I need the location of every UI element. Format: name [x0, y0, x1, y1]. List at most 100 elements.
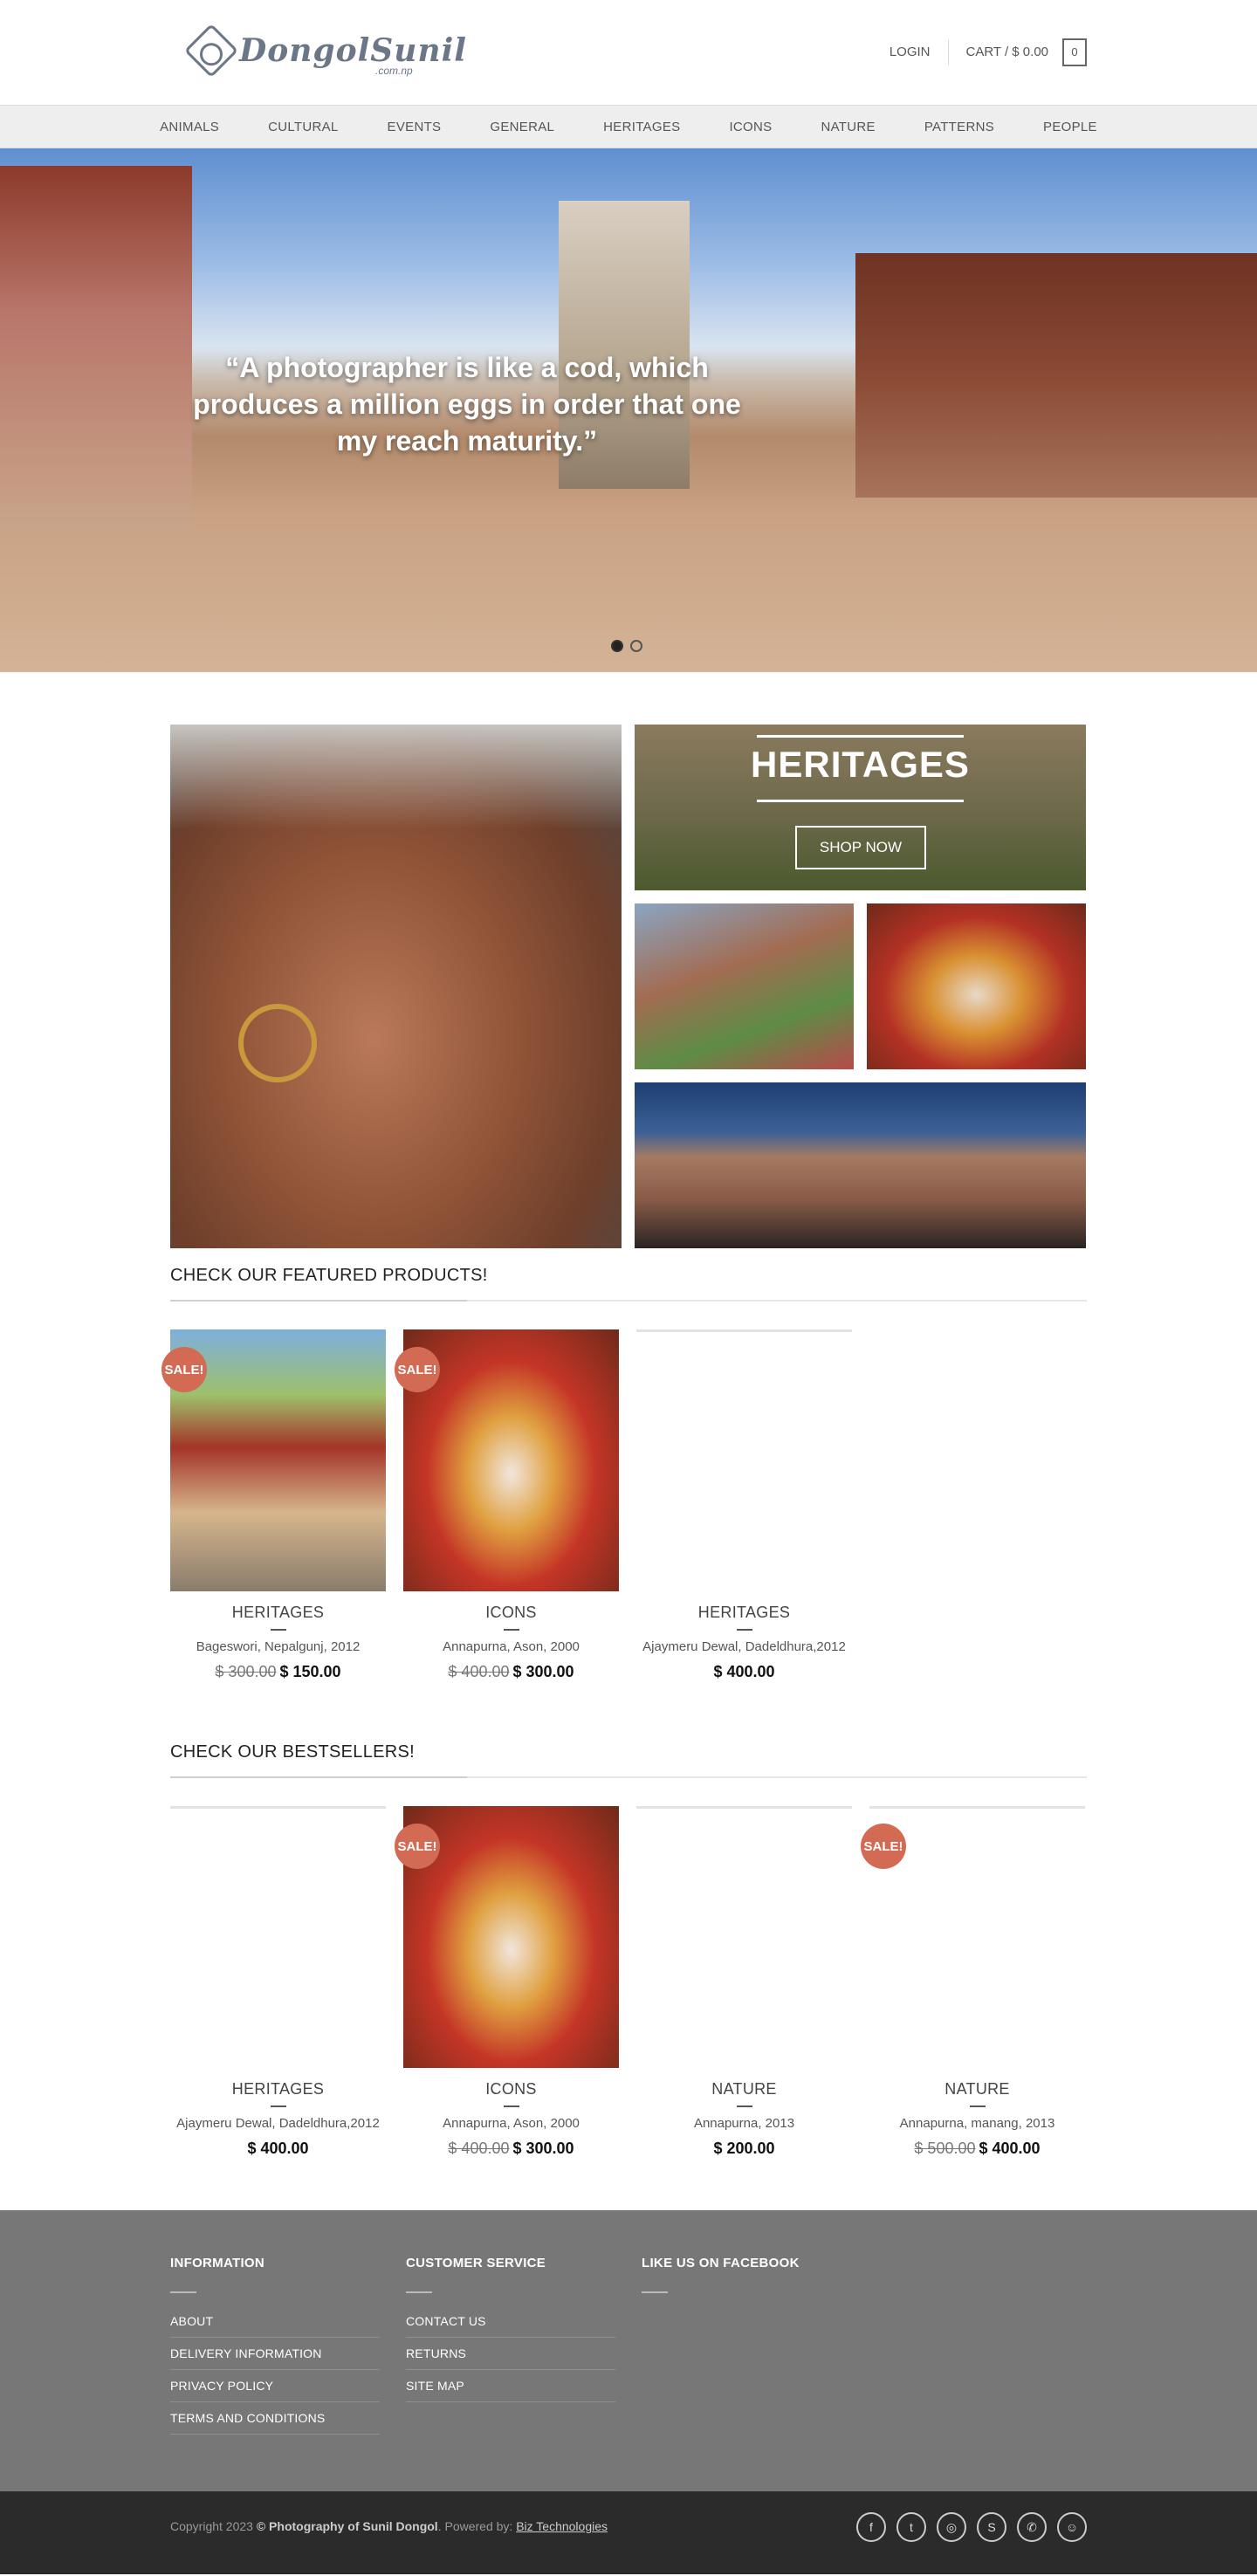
site-header: DongolSunil .com.np LOGIN CART / $ 0.00 … [0, 0, 1257, 105]
product-category[interactable]: ICONS [403, 2080, 619, 2099]
product-card[interactable]: SALE! NATURE Annapurna, manang, 2013 $ 5… [861, 1806, 1085, 2158]
nose-ring-image [238, 1004, 317, 1082]
footer-link-returns[interactable]: RETURNS [406, 2338, 615, 2370]
powered-by-link[interactable]: Biz Technologies [516, 2519, 608, 2533]
skype-icon[interactable]: S [977, 2512, 1006, 2542]
product-divider [503, 2105, 519, 2107]
footer-link-sitemap[interactable]: SITE MAP [406, 2370, 615, 2402]
banner-icons[interactable] [867, 903, 1086, 1069]
slider-dot-1[interactable] [611, 640, 623, 652]
heritage-title: HERITAGES [751, 744, 970, 785]
product-divider [270, 2105, 286, 2107]
footer-link-about[interactable]: ABOUT [170, 2305, 380, 2338]
nav-item-nature[interactable]: NATURE [796, 120, 899, 134]
product-card[interactable]: SALE! ICONS Annapurna, Ason, 2000 $ 400.… [395, 1329, 619, 1681]
instagram-icon[interactable]: ◎ [937, 2512, 966, 2542]
banner-nature[interactable] [635, 1082, 1086, 1248]
product-category[interactable]: HERITAGES [636, 1604, 852, 1622]
product-divider [736, 1629, 752, 1631]
site-logo[interactable]: DongolSunil .com.np [183, 23, 467, 79]
copyright-prefix: Copyright 2023 [170, 2519, 253, 2533]
nav-item-cultural[interactable]: CULTURAL [244, 120, 362, 134]
nav-item-icons[interactable]: ICONS [704, 120, 796, 134]
footer-information: INFORMATION ABOUT DELIVERY INFORMATION P… [170, 2256, 380, 2435]
nav-item-animals[interactable]: ANIMALS [135, 120, 244, 134]
nav-item-heritages[interactable]: HERITAGES [579, 120, 704, 134]
old-price: $ 500.00 [914, 2140, 976, 2157]
product-divider [736, 2105, 752, 2107]
product-image-placeholder[interactable] [170, 1806, 386, 2068]
shop-now-button[interactable]: SHOP NOW [795, 826, 926, 869]
hero-slider[interactable]: “A photographer is like a cod, which pro… [0, 148, 1257, 672]
product-name[interactable]: Ajaymeru Dewal, Dadeldhura,2012 [636, 1639, 852, 1654]
product-card[interactable]: NATURE Annapurna, 2013 $ 200.00 [636, 1806, 852, 2158]
banner-events[interactable] [635, 903, 854, 1069]
product-price: $ 400.00 [247, 2140, 309, 2157]
site-footer: INFORMATION ABOUT DELIVERY INFORMATION P… [0, 2210, 1257, 2491]
footer-divider [406, 2291, 432, 2293]
banner-heritages[interactable]: HERITAGES SHOP NOW [635, 725, 1086, 890]
nav-item-general[interactable]: GENERAL [465, 120, 579, 134]
cart-link[interactable]: CART / $ 0.00 [966, 39, 1049, 65]
footer-link-terms[interactable]: TERMS AND CONDITIONS [170, 2402, 380, 2435]
product-card[interactable]: SALE! ICONS Annapurna, Ason, 2000 $ 400.… [395, 1806, 619, 2158]
header-account: LOGIN CART / $ 0.00 0 [890, 38, 1087, 66]
product-divider [503, 1629, 519, 1631]
product-category[interactable]: NATURE [636, 2080, 852, 2099]
product-card[interactable]: HERITAGES Ajaymeru Dewal, Dadeldhura,201… [170, 1806, 386, 2158]
product-name[interactable]: Annapurna, Ason, 2000 [403, 2116, 619, 2131]
bestsellers-title: CHECK OUR BESTSELLERS! [170, 1742, 416, 1762]
sale-price: $ 150.00 [279, 1663, 341, 1680]
camera-icon [183, 23, 239, 79]
product-name[interactable]: Bageswori, Nepalgunj, 2012 [170, 1639, 386, 1654]
facebook-icon[interactable]: f [856, 2512, 886, 2542]
wechat-icon[interactable]: ☺ [1057, 2512, 1087, 2542]
product-divider [270, 1629, 286, 1631]
copyright-brand: © Photography of Sunil Dongol [256, 2519, 438, 2533]
product-image-placeholder[interactable] [636, 1329, 852, 1591]
footer-divider [170, 2291, 196, 2293]
product-card[interactable]: SALE! HERITAGES Bageswori, Nepalgunj, 20… [161, 1329, 386, 1681]
sale-badge: SALE! [395, 1824, 440, 1869]
viber-icon[interactable]: ✆ [1017, 2512, 1047, 2542]
sale-price: $ 300.00 [512, 1663, 574, 1680]
featured-products: SALE! HERITAGES Bageswori, Nepalgunj, 20… [161, 1329, 1087, 1681]
nav-item-events[interactable]: EVENTS [363, 120, 466, 134]
product-name[interactable]: Annapurna, 2013 [636, 2116, 852, 2131]
product-card[interactable]: HERITAGES Ajaymeru Dewal, Dadeldhura,201… [636, 1329, 852, 1681]
footer-customer-service-title: CUSTOMER SERVICE [406, 2256, 546, 2270]
twitter-icon[interactable]: t [896, 2512, 926, 2542]
login-link[interactable]: LOGIN [890, 39, 949, 65]
product-name[interactable]: Annapurna, Ason, 2000 [403, 1639, 619, 1654]
product-name[interactable]: Annapurna, manang, 2013 [869, 2116, 1085, 2131]
slider-dot-2[interactable] [630, 640, 642, 652]
product-image-placeholder[interactable] [636, 1806, 852, 2068]
logo-subtext: .com.np [375, 65, 413, 77]
hero-temple-right [855, 253, 1257, 498]
product-price: $ 500.00 $ 400.00 [869, 2140, 1085, 2158]
footer-link-privacy[interactable]: PRIVACY POLICY [170, 2370, 380, 2402]
product-category[interactable]: HERITAGES [170, 2080, 386, 2099]
footer-link-contact[interactable]: CONTACT US [406, 2305, 615, 2338]
product-price: $ 200.00 [713, 2140, 775, 2157]
logo-text: DongolSunil [239, 32, 467, 69]
featured-section: CHECK OUR FEATURED PRODUCTS! SALE! HERIT… [161, 1266, 1087, 1681]
footer-customer-service: CUSTOMER SERVICE CONTACT US RETURNS SITE… [406, 2256, 615, 2402]
product-name[interactable]: Ajaymeru Dewal, Dadeldhura,2012 [170, 2116, 386, 2131]
heritage-divider-top [757, 735, 964, 738]
product-category[interactable]: NATURE [869, 2080, 1085, 2099]
product-price: $ 300.00 $ 150.00 [170, 1663, 386, 1681]
sale-price: $ 400.00 [979, 2140, 1041, 2157]
footer-link-delivery[interactable]: DELIVERY INFORMATION [170, 2338, 380, 2370]
bestsellers-section: CHECK OUR BESTSELLERS! HERITAGES Ajaymer… [170, 1742, 1087, 2158]
footer-facebook-title[interactable]: LIKE US ON FACEBOOK [642, 2256, 851, 2270]
cart-count-icon[interactable]: 0 [1062, 38, 1087, 66]
product-category[interactable]: HERITAGES [170, 1604, 386, 1622]
product-category[interactable]: ICONS [403, 1604, 619, 1622]
nav-item-people[interactable]: PEOPLE [1019, 120, 1122, 134]
banner-people[interactable] [170, 725, 622, 1248]
category-banners: HERITAGES SHOP NOW [0, 672, 1257, 1257]
nav-item-patterns[interactable]: PATTERNS [900, 120, 1019, 134]
featured-title: CHECK OUR FEATURED PRODUCTS! [170, 1266, 488, 1285]
heritage-divider-bottom [757, 800, 964, 802]
